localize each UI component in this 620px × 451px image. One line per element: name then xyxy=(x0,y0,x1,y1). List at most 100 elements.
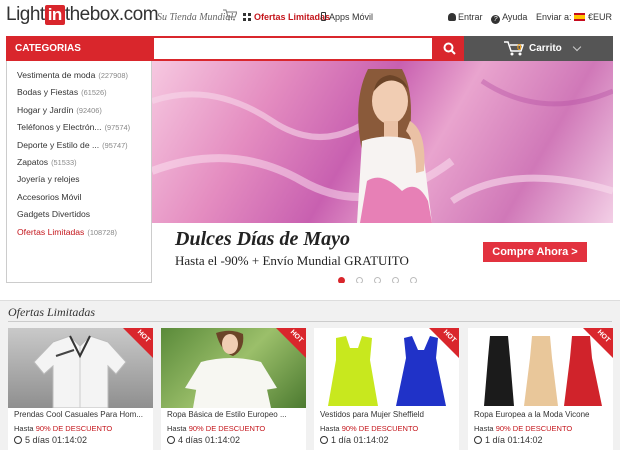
hero-banner[interactable]: Dulces Días de Mayo Hasta el -90% + Enví… xyxy=(152,61,613,283)
cart-button[interactable]: 0 Carrito xyxy=(464,36,613,61)
discount-value: 90% DE DESCUENTO xyxy=(495,424,573,433)
product-image: HOT xyxy=(314,328,459,408)
help-icon: ? xyxy=(491,15,501,24)
product-card[interactable]: HOT Prendas Cool Casuales Para Hom... Ha… xyxy=(8,328,153,451)
clock-icon xyxy=(14,436,22,444)
search-input[interactable] xyxy=(152,36,434,61)
apps-link[interactable]: Apps Móvil xyxy=(321,12,373,22)
sidebar-item-fashion[interactable]: Vestimenta de moda (227908) xyxy=(7,67,151,84)
sidebar-item-count: (97574) xyxy=(104,123,131,133)
search-icon xyxy=(443,42,456,55)
discount-value: 90% DE DESCUENTO xyxy=(188,424,266,433)
sidebar-item-label: Ofertas Limitadas xyxy=(17,226,85,237)
banner-subtitle: Hasta el -90% + Envío Mundial GRATUITO xyxy=(175,253,409,268)
sidebar-item-label: Gadgets Divertidos xyxy=(17,209,91,220)
grid-icon xyxy=(243,13,251,21)
login-link[interactable]: Entrar xyxy=(448,12,483,22)
product-countdown: 5 días 01:14:02 xyxy=(14,435,87,445)
logo-prefix: Light xyxy=(6,4,45,25)
product-countdown: 4 días 01:14:02 xyxy=(167,435,240,445)
help-link[interactable]: ? Ayuda xyxy=(491,12,528,24)
product-name: Ropa Europea a la Moda Vicone xyxy=(474,410,590,419)
product-image: HOT xyxy=(161,328,306,408)
categories-button[interactable]: CATEGORIAS xyxy=(6,36,152,61)
discount-prefix: Hasta xyxy=(167,424,187,433)
sidebar-item-count: (92406) xyxy=(76,105,102,115)
site-logo[interactable]: Light in thebox.com xyxy=(6,4,159,26)
deals-link-label: Ofertas Limitadas xyxy=(254,12,331,22)
sidebar-item-count: (51533) xyxy=(51,157,77,167)
top-bar: Light in thebox.com Su Tienda Mundial Ofer… xyxy=(0,0,620,36)
cart-icon xyxy=(223,9,237,21)
shop-now-button[interactable]: Compre Ahora > xyxy=(483,242,587,262)
product-name: Vestidos para Mujer Sheffield xyxy=(320,410,424,419)
apps-link-label: Apps Móvil xyxy=(329,12,374,22)
discount-value: 90% DE DESCUENTO xyxy=(341,424,419,433)
help-label: Ayuda xyxy=(502,12,528,22)
currency-label: €EUR xyxy=(587,12,612,22)
sidebar-item-count: (227908) xyxy=(98,71,128,80)
sidebar-item-jewelry[interactable]: Joyería y relojes xyxy=(7,171,151,188)
product-name: Ropa Básica de Estilo Europeo ... xyxy=(167,410,287,419)
countdown-value: 4 días 01:14:02 xyxy=(178,435,241,445)
search-button[interactable] xyxy=(434,36,464,61)
sidebar-item-phones-electronics[interactable]: Teléfonos y Electrón... (97574) xyxy=(7,119,151,136)
tagline: Su Tienda Mundial xyxy=(157,12,234,23)
countdown-value: 1 día 01:14:02 xyxy=(331,435,389,445)
sidebar-item-home-garden[interactable]: Hogar y Jardín (92406) xyxy=(7,102,151,119)
sidebar-item-label: Vestimenta de moda xyxy=(17,70,96,80)
discount-prefix: Hasta xyxy=(320,424,340,433)
product-card[interactable]: HOT Ropa Europea a la Moda Vicone Hasta … xyxy=(468,328,613,451)
sidebar-item-count: (108728) xyxy=(87,227,117,237)
ship-to-label: Enviar a: xyxy=(535,12,572,22)
sidebar-item-count: (61526) xyxy=(81,88,107,98)
sidebar-item-count: (95747) xyxy=(102,140,128,150)
sidebar-item-weddings[interactable]: Bodas y Fiestas (61526) xyxy=(7,84,151,101)
clock-icon xyxy=(474,436,482,444)
sidebar-item-deals[interactable]: Ofertas Limitadas (108728) xyxy=(7,224,151,241)
nav-bar: CATEGORIAS 0 Carrito xyxy=(6,36,613,61)
sidebar-item-mobile-accessories[interactable]: Accesorios Móvil xyxy=(7,189,151,206)
product-image: HOT xyxy=(8,328,153,408)
sidebar-item-label: Joyería y relojes xyxy=(17,174,80,185)
sidebar-item-label: Accesorios Móvil xyxy=(17,191,82,202)
discount-value: 90% DE DESCUENTO xyxy=(35,424,113,433)
carousel-dots xyxy=(338,271,428,283)
product-discount: Hasta 90% DE DESCUENTO xyxy=(474,424,572,433)
account-links: Entrar ? Ayuda Enviar a: €EUR xyxy=(442,12,612,24)
cart-label: Carrito xyxy=(529,43,562,54)
carousel-dot-2[interactable] xyxy=(356,277,363,283)
banner-image xyxy=(152,61,613,223)
sidebar-item-label: Bodas y Fiestas xyxy=(17,87,79,98)
sidebar-item-sports[interactable]: Deporte y Estilo de ... (95747) xyxy=(7,137,151,154)
discount-prefix: Hasta xyxy=(14,424,34,433)
clock-icon xyxy=(167,436,175,444)
sidebar-item-label: Teléfonos y Electrón... xyxy=(17,122,102,133)
carousel-dot-5[interactable] xyxy=(410,277,417,283)
sidebar-item-shoes[interactable]: Zapatos (51533) xyxy=(7,154,151,171)
sidebar-item-label: Zapatos xyxy=(17,156,49,167)
clock-icon xyxy=(320,436,328,444)
banner-model-illustration xyxy=(152,69,613,223)
carousel-dot-4[interactable] xyxy=(392,277,399,283)
product-countdown: 1 día 01:14:02 xyxy=(474,435,543,445)
countdown-value: 1 día 01:14:02 xyxy=(485,435,543,445)
deals-divider xyxy=(8,321,612,322)
carousel-dot-3[interactable] xyxy=(374,277,381,283)
product-discount: Hasta 90% DE DESCUENTO xyxy=(320,424,418,433)
login-label: Entrar xyxy=(458,12,483,22)
sidebar-item-label: Deporte y Estilo de ... xyxy=(17,139,100,150)
sidebar-item-gadgets[interactable]: Gadgets Divertidos xyxy=(7,206,151,223)
banner-caption: Dulces Días de Mayo Hasta el -90% + Enví… xyxy=(152,223,613,283)
ship-to-selector[interactable]: Enviar a: €EUR xyxy=(536,12,612,22)
countdown-value: 5 días 01:14:02 xyxy=(25,435,88,445)
carousel-dot-1[interactable] xyxy=(338,277,345,283)
category-sidebar: Vestimenta de moda (227908) Bodas y Fiest… xyxy=(6,61,152,283)
user-icon xyxy=(448,13,457,21)
product-name: Prendas Cool Casuales Para Hom... xyxy=(14,410,143,419)
deals-link[interactable]: Ofertas Limitadas xyxy=(243,12,330,22)
product-card[interactable]: HOT Vestidos para Mujer Sheffield Hasta … xyxy=(314,328,459,451)
phone-icon xyxy=(321,12,326,21)
product-card[interactable]: HOT Ropa Básica de Estilo Europeo ... Ha… xyxy=(161,328,306,451)
logo-suffix: thebox.com xyxy=(64,4,159,25)
